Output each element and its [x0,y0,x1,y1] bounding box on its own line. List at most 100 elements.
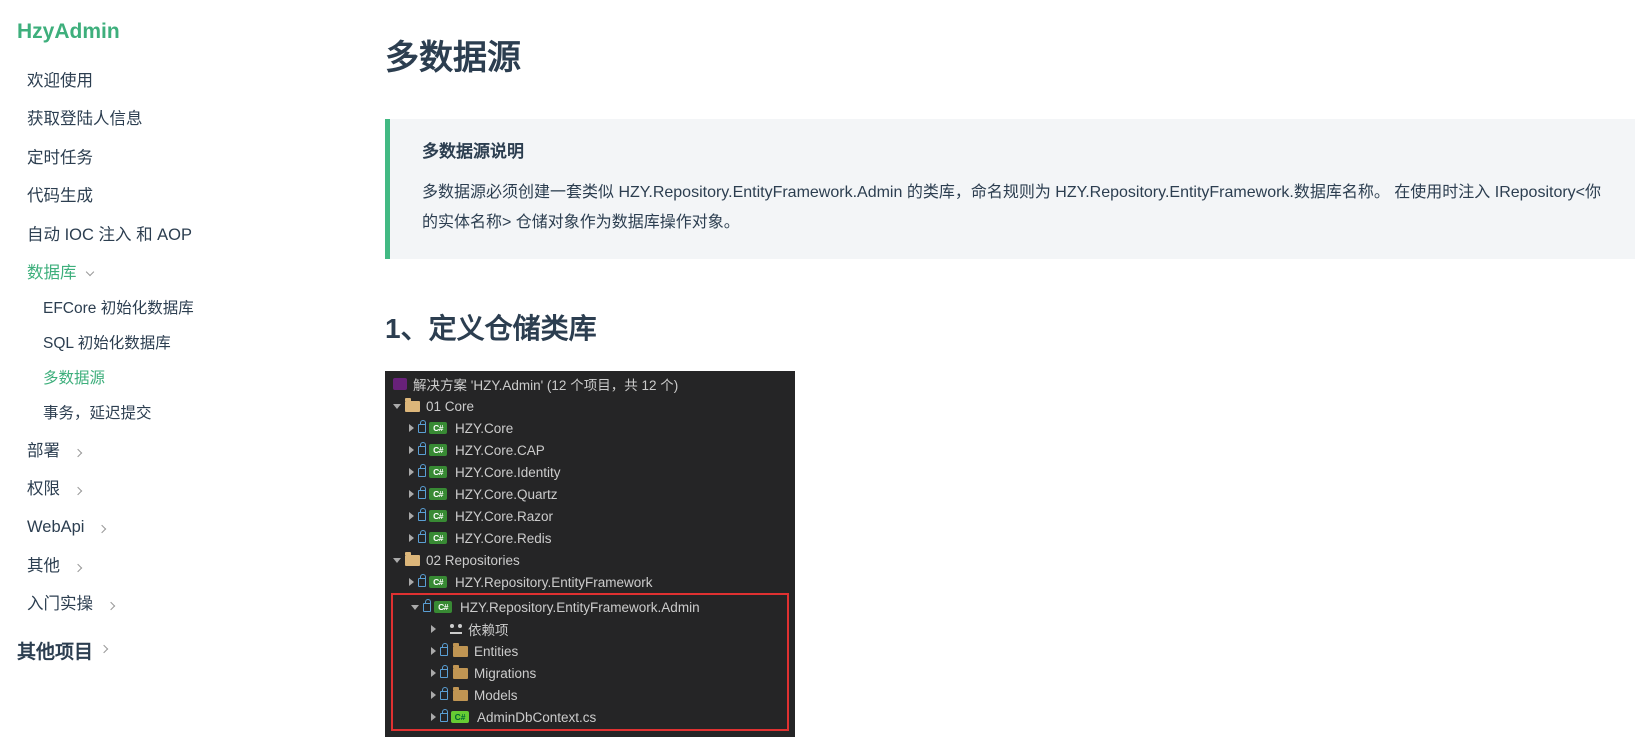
collapse-icon [409,578,414,586]
folder-icon [405,401,420,412]
sidebar: HzyAdmin 欢迎使用 获取登陆人信息 定时任务 代码生成 自动 IOC 注… [0,0,330,735]
page-title: 多数据源 [385,30,1635,79]
lock-icon [418,446,426,455]
nav-section-other-projects[interactable]: 其他项目 [15,623,330,668]
chevron-right-icon [106,602,114,610]
csharp-file-icon: C# [451,711,469,723]
chevron-right-icon [98,525,106,533]
nav-group-other-label: 其他 [27,557,60,575]
csharp-project-icon: C# [429,488,447,500]
collapse-icon [409,424,414,432]
tip-title: 多数据源说明 [422,137,1611,162]
nav-sub-sql-init[interactable]: SQL 初始化数据库 [15,327,330,362]
nav-item-welcome[interactable]: 欢迎使用 [15,62,330,100]
vs-file-admindbcontext: C#AdminDbContext.cs [393,706,787,728]
csharp-project-icon: C# [429,510,447,522]
expand-icon [393,558,401,563]
nav-sub-efcore-init[interactable]: EFCore 初始化数据库 [15,292,330,327]
collapse-icon [409,468,414,476]
nav-group-permission[interactable]: 权限 [15,470,330,508]
nav-group-database-label: 数据库 [27,260,77,286]
collapse-icon [431,625,436,633]
vs-project: C#HZY.Core.Redis [385,527,795,549]
chevron-right-icon [73,563,81,571]
collapse-icon [431,669,436,677]
tip-box: 多数据源说明 多数据源必须创建一套类似 HZY.Repository.Entit… [385,119,1635,259]
nav-group-getting-started[interactable]: 入门实操 [15,585,330,623]
vs-solution-explorer: 解决方案 'HZY.Admin' (12 个项目，共 12 个) 01 Core… [385,371,795,737]
nav-group-getting-started-label: 入门实操 [27,595,93,613]
csharp-project-icon: C# [429,422,447,434]
nav-item-login-info[interactable]: 获取登陆人信息 [15,100,330,138]
nav-group-webapi[interactable]: WebApi [15,508,330,546]
collapse-icon [409,512,414,520]
folder-icon [453,646,468,657]
lock-icon [418,578,426,587]
lock-icon [423,603,431,612]
dependencies-icon [450,624,462,634]
vs-project: C#HZY.Core.Razor [385,505,795,527]
folder-icon [453,690,468,701]
chevron-right-icon [100,645,108,653]
nav-group-deploy-label: 部署 [27,442,60,460]
vs-project: C#HZY.Core.Quartz [385,483,795,505]
csharp-project-icon: C# [429,466,447,478]
collapse-icon [409,534,414,542]
vs-folder-models: Models [393,684,787,706]
lock-icon [418,468,426,477]
vs-folder-repositories-label: 02 Repositories [426,553,520,568]
lock-icon [418,424,426,433]
nav-group-other[interactable]: 其他 [15,547,330,585]
nav-item-codegen[interactable]: 代码生成 [15,177,330,215]
section-heading-1: 1、定义仓储类库 [385,307,1635,347]
lock-icon [440,713,448,722]
solution-icon [393,378,407,390]
collapse-icon [431,647,436,655]
vs-folder-entities: Entities [393,640,787,662]
vs-solution-label: 解决方案 'HZY.Admin' (12 个项目，共 12 个) [413,374,678,394]
nav-group-webapi-label: WebApi [27,518,84,536]
nav-group-deploy[interactable]: 部署 [15,432,330,470]
vs-folder-core-label: 01 Core [426,399,474,414]
main-content: 多数据源 多数据源说明 多数据源必须创建一套类似 HZY.Repository.… [330,0,1635,735]
lock-icon [440,691,448,700]
nav-sub-transaction[interactable]: 事务，延迟提交 [15,397,330,432]
lock-icon [418,490,426,499]
lock-icon [440,647,448,656]
nav-list: 欢迎使用 获取登陆人信息 定时任务 代码生成 自动 IOC 注入 和 AOP 数… [15,62,330,623]
nav-section-other-projects-label: 其他项目 [17,637,93,664]
expand-icon [411,605,419,610]
nav-sub-multi-datasource[interactable]: 多数据源 [15,362,330,397]
highlighted-project-box: C#HZY.Repository.EntityFramework.Admin 依… [391,593,789,731]
csharp-project-icon: C# [429,444,447,456]
vs-project: C#HZY.Core [385,417,795,439]
vs-project-admin: C#HZY.Repository.EntityFramework.Admin [393,596,787,618]
collapse-icon [431,713,436,721]
vs-folder-core: 01 Core [385,395,795,417]
nav-item-ioc-aop[interactable]: 自动 IOC 注入 和 AOP [15,216,330,254]
vs-project: C#HZY.Repository.EntityFramework [385,571,795,593]
vs-folder-repositories: 02 Repositories [385,549,795,571]
nav-item-scheduled-task[interactable]: 定时任务 [15,139,330,177]
csharp-project-icon: C# [429,576,447,588]
vs-dependencies: 依赖项 [393,618,787,640]
chevron-right-icon [73,448,81,456]
vs-project: C#HZY.Core.Identity [385,461,795,483]
expand-icon [393,404,401,409]
lock-icon [440,669,448,678]
nav-group-database[interactable]: 数据库 [15,254,330,292]
folder-icon [453,668,468,679]
csharp-project-icon: C# [429,532,447,544]
vs-solution-row: 解决方案 'HZY.Admin' (12 个项目，共 12 个) [385,373,795,395]
lock-icon [418,512,426,521]
csharp-project-icon: C# [434,601,452,613]
site-title[interactable]: HzyAdmin [15,20,330,62]
folder-icon [405,555,420,566]
tip-text: 多数据源必须创建一套类似 HZY.Repository.EntityFramew… [422,178,1611,237]
collapse-icon [431,691,436,699]
collapse-icon [409,490,414,498]
nav-group-permission-label: 权限 [27,480,60,498]
lock-icon [418,534,426,543]
collapse-icon [409,446,414,454]
vs-project: C#HZY.Core.CAP [385,439,795,461]
